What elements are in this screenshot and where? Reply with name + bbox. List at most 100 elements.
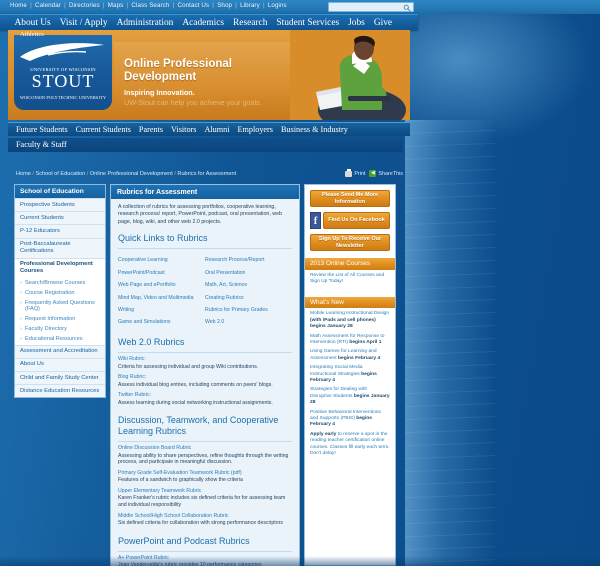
breadcrumb-item[interactable]: Online Professional Development [90, 171, 173, 177]
utility-link-logins[interactable]: Logins [267, 2, 288, 9]
print-icon [345, 168, 353, 177]
sidebar-subitem-educational-resources[interactable]: Educational Resources [15, 334, 105, 345]
utility-link-library[interactable]: Library [239, 2, 261, 9]
breadcrumb: Home / School of Education / Online Professi… [16, 171, 236, 177]
news-item[interactable]: Strategies for Dealing with Disruptive S… [305, 384, 395, 406]
faculty-staff-nav[interactable]: Faculty & Staff [8, 138, 403, 152]
quick-link-cooperative-learning[interactable]: Cooperative Learning [118, 254, 205, 266]
rubric-link[interactable]: Wiki Rubric: [118, 356, 292, 363]
sidebar-subitem-course-registration[interactable]: Course Registration [15, 287, 105, 298]
breadcrumb-item[interactable]: School of Education [35, 171, 85, 177]
quick-link-oral-presentation[interactable]: Oral Presentation [205, 267, 292, 279]
separator: | [102, 2, 105, 9]
sidebar-subitem-faculty-directory[interactable]: Faculty Directory [15, 324, 105, 335]
breadcrumb-item[interactable]: Home [16, 171, 31, 177]
banner-title: Online Professional Development [124, 58, 232, 83]
audience-nav-current-students[interactable]: Current Students [72, 125, 135, 134]
athletics-label[interactable]: Athletics [20, 31, 44, 38]
facebook-icon[interactable]: f [310, 212, 321, 229]
page-root: Home | Calendar | Directories | Maps | Class Sea… [0, 0, 600, 566]
main-nav-jobs[interactable]: Jobs [344, 18, 370, 28]
sidebar-subitem-request-information[interactable]: Request Information [15, 314, 105, 325]
search-box[interactable] [328, 2, 414, 12]
news-item[interactable]: Apply early to reserve a spot in the rea… [305, 429, 395, 458]
main-nav-give[interactable]: Give [369, 18, 396, 28]
sidebar-item-distance-education-resources[interactable]: Distance Education Resources [15, 384, 105, 398]
quick-link-math-art-science[interactable]: Math, Art, Science [205, 279, 292, 291]
quick-links-grid: Cooperative Learning PowerPoint/Podcast We… [111, 252, 299, 332]
main-nav-academics[interactable]: Academics [178, 18, 229, 28]
utility-link-directories[interactable]: Directories [68, 2, 101, 9]
audience-nav-employers[interactable]: Employers [233, 125, 276, 134]
rubric-description: Features of a sandwich to graphically sh… [118, 477, 243, 484]
right-sidebar: Please Send Me More Information f Find Us … [304, 184, 396, 566]
sidebar-item-assessment-and-accreditation[interactable]: Assessment and Accreditation [15, 344, 105, 358]
search-icon[interactable] [403, 4, 411, 12]
newsletter-button[interactable]: Sign Up To Receive Our Newsletter [310, 234, 390, 251]
quick-link-powerpoint-podcast[interactable]: PowerPoint/Podcast [118, 267, 205, 279]
share-button[interactable]: ◀ ShareThis [369, 170, 403, 177]
student-photo [290, 30, 410, 120]
rubric-link[interactable]: Blog Rubric: [118, 374, 292, 381]
utility-link-home[interactable]: Home [9, 2, 28, 9]
uw-stout-logo[interactable]: UNIVERSITY OF WISCONSIN STOUT WISCONSIN … [14, 35, 112, 110]
sidebar-item-prospective-students[interactable]: Prospective Students [15, 198, 105, 212]
sidebar-item-post-baccalaureate-certifications[interactable]: Post-Baccalaureate Certifications [15, 237, 105, 258]
sidebar-item-current-students[interactable]: Current Students [15, 211, 105, 225]
rubric-link[interactable]: Middle School/High School Collaboration … [118, 513, 292, 520]
main-navigation: About Us Visit / Apply Administration Acade… [0, 14, 418, 30]
utility-link-shop[interactable]: Shop [216, 2, 233, 9]
quick-link-web-page-and-eportfolio[interactable]: Web Page and ePortfolio [118, 279, 205, 291]
request-info-button[interactable]: Please Send Me More Information [310, 190, 390, 207]
search-input[interactable] [331, 3, 399, 11]
news-item[interactable]: Positive Behavioral Interventions and Su… [305, 407, 395, 429]
quick-links-column-right: Research Process/Report Oral Presentation… [205, 254, 292, 328]
news-item[interactable]: Using Games for Learning and Assessment … [305, 346, 395, 362]
quick-link-game-and-simulations[interactable]: Game and Simulations [118, 316, 205, 328]
main-nav-administration[interactable]: Administration [112, 18, 178, 28]
courses-body[interactable]: Review the List of All Courses and Sign … [305, 270, 395, 290]
audience-nav-parents[interactable]: Parents [135, 125, 167, 134]
audience-nav-business-industry[interactable]: Business & Industry [277, 125, 352, 134]
audience-nav-alumni[interactable]: Alumni [200, 125, 233, 134]
news-item[interactable]: Integrating Social Media Instructional S… [305, 362, 395, 384]
audience-nav-future-students[interactable]: Future Students [12, 125, 72, 134]
sidebar-item-professional-development-courses[interactable]: Professional Development Courses [15, 257, 105, 278]
quick-link-writing[interactable]: Writing [118, 304, 205, 316]
quick-link-web-2-0[interactable]: Web 2.0 [205, 316, 292, 328]
utility-link-class-search[interactable]: Class Search [130, 2, 170, 9]
rubric-link[interactable]: Online Discussion Board Rubric [118, 445, 292, 452]
sidebar-subitem-search-browse-courses[interactable]: Search/Browse Courses [15, 277, 105, 288]
utility-link-contact-us[interactable]: Contact Us [177, 2, 211, 9]
sidebar-item-child-and-family-study-center[interactable]: Child and Family Study Center [15, 371, 105, 385]
hero-banner: Athletics UNIVERSITY OF WISCONSIN STOUT … [8, 30, 410, 120]
faculty-staff-label[interactable]: Faculty & Staff [16, 140, 67, 149]
utility-link-maps[interactable]: Maps [107, 2, 125, 9]
rubric-link[interactable]: A+ PowerPoint Rubric [118, 555, 292, 562]
sidebar-item-about-us[interactable]: About Us [15, 357, 105, 372]
news-item[interactable]: Math Assessment for Response to Interven… [305, 331, 395, 347]
print-button[interactable]: Print [345, 168, 365, 177]
main-nav-research[interactable]: Research [229, 18, 272, 28]
quick-link-creating-rubrics[interactable]: Creating Rubrics [205, 291, 292, 303]
news-item[interactable]: Mobile Learning Instructional Design (wi… [305, 308, 395, 330]
rubric-link[interactable]: Upper Elementary Teamwork Rubric [118, 488, 292, 495]
quick-link-mind-map-video-and-multimedia[interactable]: Mind Map, Video and Multimedia [118, 291, 205, 303]
main-nav-student-services[interactable]: Student Services [272, 18, 344, 28]
sidebar-subitem-frequently-asked-questions-faq-[interactable]: Frequently Asked Questions (FAQ) [15, 297, 105, 315]
rubric-entry: A+ PowerPoint Rubric Joan Vandervelde's r… [111, 555, 299, 566]
sidebar-item-p-12-educators[interactable]: P-12 Educators [15, 224, 105, 238]
main-nav-visit-apply[interactable]: Visit / Apply [55, 18, 112, 28]
audience-nav-visitors[interactable]: Visitors [167, 125, 200, 134]
main-nav-about-us[interactable]: About Us [10, 18, 55, 28]
rubric-entry: Primary Grade Self-Evaluation Teamwork R… [111, 470, 299, 488]
rubric-link[interactable]: Primary Grade Self-Evaluation Teamwork R… [118, 470, 292, 477]
breadcrumb-item[interactable]: Rubrics for Assessment [177, 171, 236, 177]
rubric-link[interactable]: Twitter Rubric: [118, 392, 292, 399]
facebook-button[interactable]: Find Us On Facebook [323, 212, 390, 229]
utility-link-calendar[interactable]: Calendar [34, 2, 62, 9]
quick-link-research-process-report[interactable]: Research Process/Report [205, 254, 292, 266]
quick-link-rubrics-for-primary-grades[interactable]: Rubrics for Primary Grades [205, 304, 292, 316]
divider [118, 352, 292, 354]
share-icon: ◀ [369, 170, 377, 177]
